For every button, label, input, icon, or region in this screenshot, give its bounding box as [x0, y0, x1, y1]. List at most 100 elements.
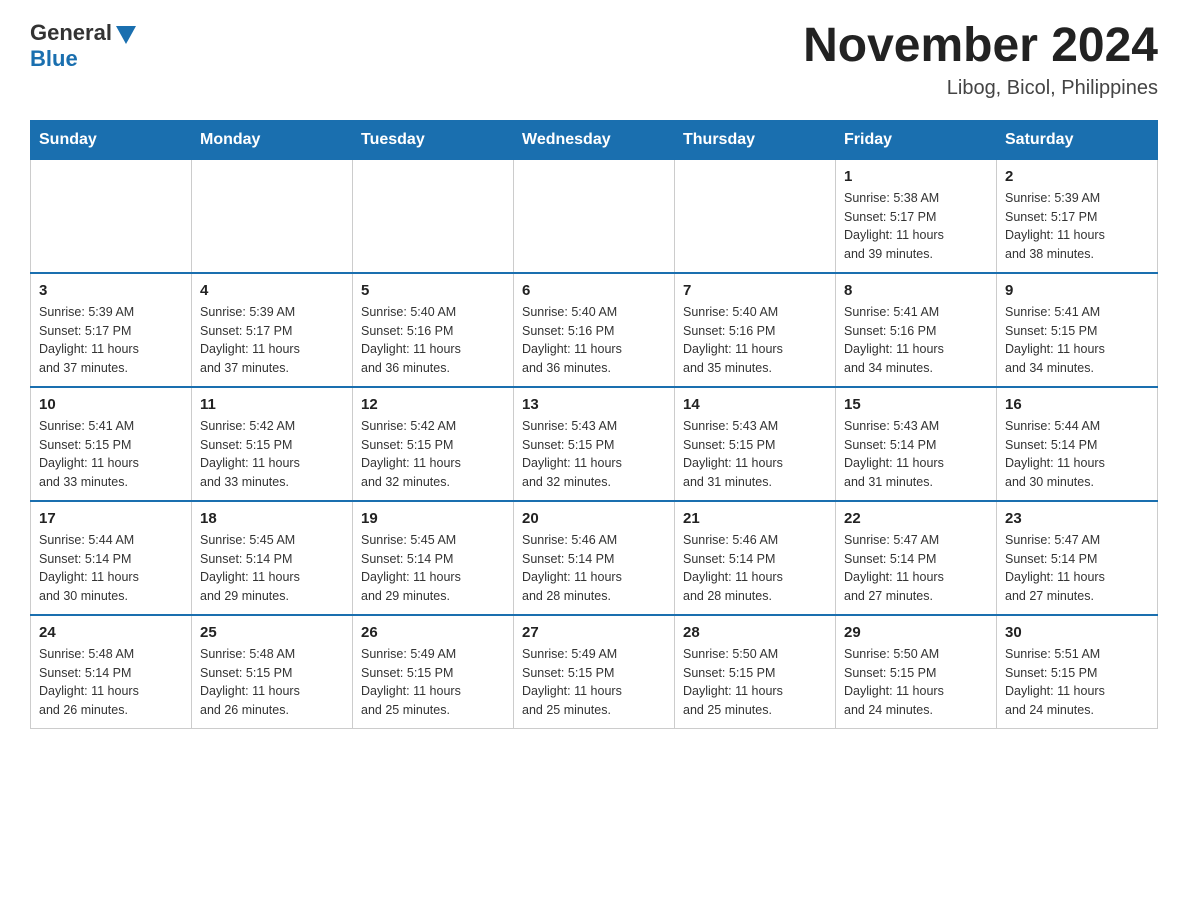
logo-text-general: General [30, 20, 112, 46]
calendar-cell: 6 Sunrise: 5:40 AM Sunset: 5:16 PM Daylig… [514, 273, 675, 387]
calendar-cell: 17 Sunrise: 5:44 AM Sunset: 5:14 PM Dayli… [31, 501, 192, 615]
calendar-cell: 16 Sunrise: 5:44 AM Sunset: 5:14 PM Dayli… [997, 387, 1158, 501]
day-info: Sunrise: 5:41 AM Sunset: 5:15 PM Dayligh… [1005, 303, 1149, 378]
calendar-cell: 1 Sunrise: 5:38 AM Sunset: 5:17 PM Daylig… [836, 159, 997, 273]
day-info: Sunrise: 5:40 AM Sunset: 5:16 PM Dayligh… [522, 303, 666, 378]
day-number: 11 [200, 396, 344, 413]
calendar-cell: 2Sunrise: 5:39 AM Sunset: 5:17 PM Daylig… [997, 159, 1158, 273]
col-header-tuesday: Tuesday [353, 120, 514, 159]
day-info: Sunrise: 5:39 AM Sunset: 5:17 PM Dayligh… [1005, 189, 1149, 264]
day-info: Sunrise: 5:44 AM Sunset: 5:14 PM Dayligh… [1005, 417, 1149, 492]
calendar-cell: 12 Sunrise: 5:42 AM Sunset: 5:15 PM Dayli… [353, 387, 514, 501]
calendar-cell: 11 Sunrise: 5:42 AM Sunset: 5:15 PM Dayli… [192, 387, 353, 501]
day-number: 3 [39, 282, 183, 299]
day-info: Sunrise: 5:43 AM Sunset: 5:15 PM Dayligh… [522, 417, 666, 492]
calendar-week-row: 24 Sunrise: 5:48 AM Sunset: 5:14 PM Dayli… [31, 615, 1158, 729]
calendar-cell: 10Sunrise: 5:41 AM Sunset: 5:15 PM Dayli… [31, 387, 192, 501]
day-number: 24 [39, 624, 183, 641]
calendar-cell: 24 Sunrise: 5:48 AM Sunset: 5:14 PM Dayli… [31, 615, 192, 729]
day-info: Sunrise: 5:40 AM Sunset: 5:16 PM Dayligh… [361, 303, 505, 378]
day-info: Sunrise: 5:40 AM Sunset: 5:16 PM Dayligh… [683, 303, 827, 378]
calendar-week-row: 1 Sunrise: 5:38 AM Sunset: 5:17 PM Daylig… [31, 159, 1158, 273]
calendar-cell [192, 159, 353, 273]
day-info: Sunrise: 5:47 AM Sunset: 5:14 PM Dayligh… [844, 531, 988, 606]
day-number: 19 [361, 510, 505, 527]
day-number: 6 [522, 282, 666, 299]
calendar-cell [514, 159, 675, 273]
calendar-cell [675, 159, 836, 273]
day-number: 12 [361, 396, 505, 413]
day-info: Sunrise: 5:51 AM Sunset: 5:15 PM Dayligh… [1005, 645, 1149, 720]
calendar-cell: 20 Sunrise: 5:46 AM Sunset: 5:14 PM Dayli… [514, 501, 675, 615]
day-info: Sunrise: 5:45 AM Sunset: 5:14 PM Dayligh… [200, 531, 344, 606]
day-number: 17 [39, 510, 183, 527]
day-info: Sunrise: 5:39 AM Sunset: 5:17 PM Dayligh… [200, 303, 344, 378]
calendar-cell [31, 159, 192, 273]
day-number: 25 [200, 624, 344, 641]
day-info: Sunrise: 5:45 AM Sunset: 5:14 PM Dayligh… [361, 531, 505, 606]
day-number: 8 [844, 282, 988, 299]
calendar-title: November 2024 [803, 20, 1158, 73]
day-info: Sunrise: 5:44 AM Sunset: 5:14 PM Dayligh… [39, 531, 183, 606]
calendar-cell: 26Sunrise: 5:49 AM Sunset: 5:15 PM Dayli… [353, 615, 514, 729]
calendar-cell: 14Sunrise: 5:43 AM Sunset: 5:15 PM Dayli… [675, 387, 836, 501]
calendar-cell: 28Sunrise: 5:50 AM Sunset: 5:15 PM Dayli… [675, 615, 836, 729]
day-number: 30 [1005, 624, 1149, 641]
calendar-cell: 4 Sunrise: 5:39 AM Sunset: 5:17 PM Daylig… [192, 273, 353, 387]
col-header-sunday: Sunday [31, 120, 192, 159]
calendar-cell: 13 Sunrise: 5:43 AM Sunset: 5:15 PM Dayli… [514, 387, 675, 501]
calendar-cell: 22 Sunrise: 5:47 AM Sunset: 5:14 PM Dayli… [836, 501, 997, 615]
day-number: 15 [844, 396, 988, 413]
day-number: 13 [522, 396, 666, 413]
page-header: General Blue November 2024 Libog, Bicol,… [30, 20, 1158, 100]
calendar-cell: 8 Sunrise: 5:41 AM Sunset: 5:16 PM Daylig… [836, 273, 997, 387]
day-number: 16 [1005, 396, 1149, 413]
day-number: 28 [683, 624, 827, 641]
day-number: 21 [683, 510, 827, 527]
day-info: Sunrise: 5:46 AM Sunset: 5:14 PM Dayligh… [683, 531, 827, 606]
calendar-header-row: SundayMondayTuesdayWednesdayThursdayFrid… [31, 120, 1158, 159]
day-info: Sunrise: 5:50 AM Sunset: 5:15 PM Dayligh… [844, 645, 988, 720]
day-number: 29 [844, 624, 988, 641]
calendar-week-row: 17 Sunrise: 5:44 AM Sunset: 5:14 PM Dayli… [31, 501, 1158, 615]
calendar-subtitle: Libog, Bicol, Philippines [803, 77, 1158, 100]
calendar-cell: 19 Sunrise: 5:45 AM Sunset: 5:14 PM Dayli… [353, 501, 514, 615]
calendar-cell: 30 Sunrise: 5:51 AM Sunset: 5:15 PM Dayli… [997, 615, 1158, 729]
day-number: 9 [1005, 282, 1149, 299]
calendar-table: SundayMondayTuesdayWednesdayThursdayFrid… [30, 120, 1158, 729]
calendar-cell: 25Sunrise: 5:48 AM Sunset: 5:15 PM Dayli… [192, 615, 353, 729]
col-header-saturday: Saturday [997, 120, 1158, 159]
calendar-cell: 18 Sunrise: 5:45 AM Sunset: 5:14 PM Dayli… [192, 501, 353, 615]
day-number: 10 [39, 396, 183, 413]
calendar-cell: 9 Sunrise: 5:41 AM Sunset: 5:15 PM Daylig… [997, 273, 1158, 387]
day-info: Sunrise: 5:43 AM Sunset: 5:14 PM Dayligh… [844, 417, 988, 492]
calendar-cell: 29 Sunrise: 5:50 AM Sunset: 5:15 PM Dayli… [836, 615, 997, 729]
day-number: 1 [844, 168, 988, 185]
day-info: Sunrise: 5:43 AM Sunset: 5:15 PM Dayligh… [683, 417, 827, 492]
day-info: Sunrise: 5:42 AM Sunset: 5:15 PM Dayligh… [200, 417, 344, 492]
day-number: 23 [1005, 510, 1149, 527]
title-block: November 2024 Libog, Bicol, Philippines [803, 20, 1158, 100]
day-info: Sunrise: 5:39 AM Sunset: 5:17 PM Dayligh… [39, 303, 183, 378]
day-info: Sunrise: 5:38 AM Sunset: 5:17 PM Dayligh… [844, 189, 988, 264]
col-header-friday: Friday [836, 120, 997, 159]
calendar-cell: 5Sunrise: 5:40 AM Sunset: 5:16 PM Daylig… [353, 273, 514, 387]
col-header-wednesday: Wednesday [514, 120, 675, 159]
day-number: 4 [200, 282, 344, 299]
day-number: 7 [683, 282, 827, 299]
day-info: Sunrise: 5:41 AM Sunset: 5:16 PM Dayligh… [844, 303, 988, 378]
calendar-cell [353, 159, 514, 273]
logo: General Blue [30, 20, 136, 73]
day-info: Sunrise: 5:42 AM Sunset: 5:15 PM Dayligh… [361, 417, 505, 492]
day-info: Sunrise: 5:47 AM Sunset: 5:14 PM Dayligh… [1005, 531, 1149, 606]
day-info: Sunrise: 5:46 AM Sunset: 5:14 PM Dayligh… [522, 531, 666, 606]
day-info: Sunrise: 5:48 AM Sunset: 5:14 PM Dayligh… [39, 645, 183, 720]
day-number: 20 [522, 510, 666, 527]
col-header-thursday: Thursday [675, 120, 836, 159]
calendar-cell: 27Sunrise: 5:49 AM Sunset: 5:15 PM Dayli… [514, 615, 675, 729]
logo-text-blue: Blue [30, 46, 136, 72]
day-number: 18 [200, 510, 344, 527]
day-number: 22 [844, 510, 988, 527]
col-header-monday: Monday [192, 120, 353, 159]
calendar-cell: 7 Sunrise: 5:40 AM Sunset: 5:16 PM Daylig… [675, 273, 836, 387]
